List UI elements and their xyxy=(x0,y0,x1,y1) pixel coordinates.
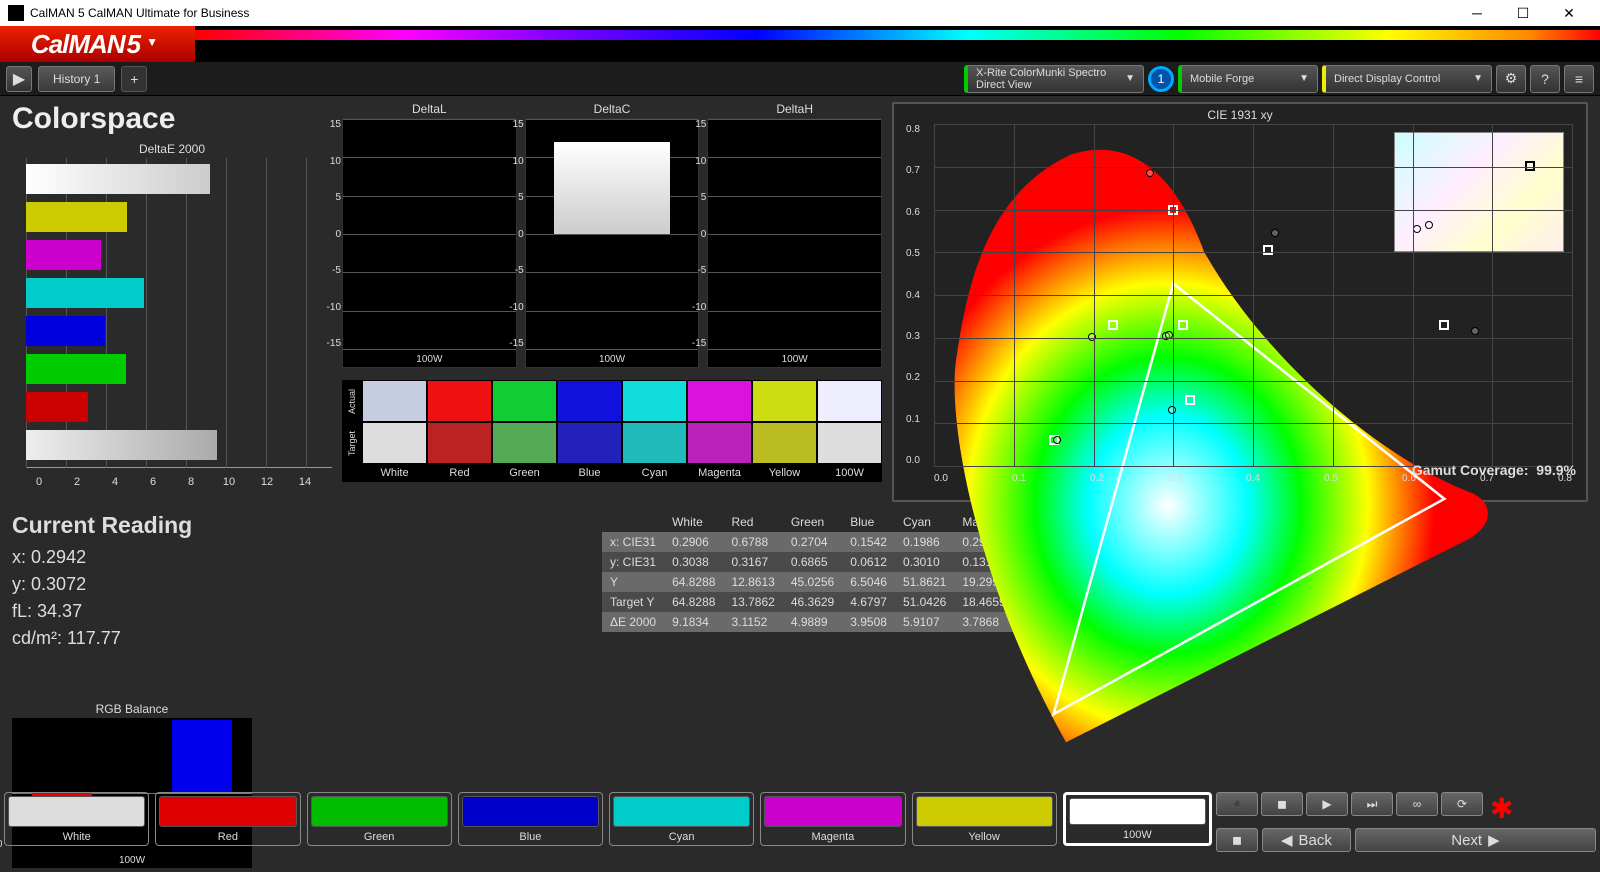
deltac-chart: DeltaC 151050-5-10-15100W xyxy=(525,102,700,372)
gamut-coverage: Gamut Coverage: 99.9% xyxy=(1412,462,1576,478)
tab-bar: ▶ History 1 + X-Rite ColorMunki Spectro … xyxy=(0,62,1600,96)
swatch-button-white[interactable]: White xyxy=(4,792,149,846)
swatch-target-magenta xyxy=(687,422,752,464)
gear-icon: ⚙ xyxy=(1505,70,1518,87)
swatch-actual-white xyxy=(362,380,427,422)
star-icon: ✱ xyxy=(1490,792,1513,825)
swatch-target-green xyxy=(492,422,557,464)
refresh-button[interactable]: ⟳ xyxy=(1441,792,1483,816)
app-header: CalMAN 5 ▼ xyxy=(0,26,1600,62)
swatch-target-white xyxy=(362,422,427,464)
swatch-actual-100w xyxy=(817,380,882,422)
chevron-down-icon: ▼ xyxy=(1473,73,1483,85)
chevron-down-icon[interactable]: ▼ xyxy=(146,35,164,53)
help-button[interactable]: ? xyxy=(1530,65,1560,93)
chevron-down-icon: ▼ xyxy=(1299,73,1309,85)
deltae-bar-blue xyxy=(26,316,105,346)
cie-inset xyxy=(1394,132,1564,252)
window-title: CalMAN 5 CalMAN Ultimate for Business xyxy=(30,6,249,20)
play-button[interactable]: ▶ xyxy=(1306,792,1348,816)
rgb-bar-B xyxy=(172,720,232,793)
deltae-chart: 02468101214 xyxy=(12,158,332,488)
stop-small-button[interactable]: ◾ xyxy=(1216,792,1258,816)
swatch-button-red[interactable]: Red xyxy=(155,792,300,846)
deltae-bar-100w xyxy=(26,430,217,460)
swatch-button-magenta[interactable]: Magenta xyxy=(760,792,905,846)
swatch-target-blue xyxy=(557,422,622,464)
swatch-target-yellow xyxy=(752,422,817,464)
deltae-bar-red xyxy=(26,392,88,422)
deltae-bar-green xyxy=(26,354,126,384)
current-reading: Current Reading x: 0.2942 y: 0.3072 fL: … xyxy=(12,512,332,692)
brand-logo[interactable]: CalMAN 5 ▼ xyxy=(0,26,195,62)
bottom-bar: WhiteRedGreenBlueCyanMagentaYellow100W ◾… xyxy=(4,792,1596,846)
deltal-chart: DeltaL 151050-5-10-15100W xyxy=(342,102,517,372)
swatch-button-100w[interactable]: 100W xyxy=(1063,792,1212,846)
delta-panel: DeltaL 151050-5-10-15100W DeltaC 151050-… xyxy=(342,102,882,502)
swatch-actual-green xyxy=(492,380,557,422)
settings-button[interactable]: ⚙ xyxy=(1496,65,1526,93)
swatch-table: Actual Target WhiteRedGreenBlueCyanMagen… xyxy=(342,380,882,482)
swatch-button-green[interactable]: Green xyxy=(307,792,452,846)
add-tab-button[interactable]: + xyxy=(121,66,147,92)
stop-button[interactable]: ◼ xyxy=(1261,792,1303,816)
minimize-button[interactable]: ─ xyxy=(1454,0,1500,26)
close-button[interactable]: ✕ xyxy=(1546,0,1592,26)
app-icon xyxy=(8,5,24,21)
swatch-target-100w xyxy=(817,422,882,464)
play-button[interactable]: ▶ xyxy=(6,66,32,92)
deltac-bar xyxy=(554,142,671,234)
meter-selector[interactable]: X-Rite ColorMunki Spectro Direct View ▼ xyxy=(964,65,1144,93)
swatch-actual-red xyxy=(427,380,492,422)
menu-button[interactable]: ≡ xyxy=(1564,65,1594,93)
swatch-button-blue[interactable]: Blue xyxy=(458,792,603,846)
chevron-down-icon: ▼ xyxy=(1125,73,1135,85)
play-controls: ◾ ◼ ▶ ⏭ ∞ ⟳ ✱ ◼ ◀ Back Next ▶ xyxy=(1216,792,1596,846)
swatch-actual-cyan xyxy=(622,380,687,422)
stop-large-button[interactable]: ◼ xyxy=(1216,828,1258,852)
swatch-button-cyan[interactable]: Cyan xyxy=(609,792,754,846)
spectrum-bar xyxy=(195,30,1600,40)
deltae-bar-yellow xyxy=(26,202,127,232)
window-titlebar: CalMAN 5 CalMAN Ultimate for Business ─ … xyxy=(0,0,1600,26)
deltae-bar-white xyxy=(26,164,210,194)
help-icon: ? xyxy=(1541,71,1549,87)
loop-button[interactable]: ∞ xyxy=(1396,792,1438,816)
swatch-button-yellow[interactable]: Yellow xyxy=(912,792,1057,846)
cie-panel: CIE 1931 xy 0.00.10.20.30.40.50.60.70.8 … xyxy=(892,102,1588,502)
swatch-actual-magenta xyxy=(687,380,752,422)
menu-icon: ≡ xyxy=(1575,71,1583,87)
maximize-button[interactable]: ☐ xyxy=(1500,0,1546,26)
cie-chart: 0.00.10.20.30.40.50.60.70.8 0.00.10.20.3… xyxy=(934,124,1572,484)
deltah-chart: DeltaH 151050-5-10-15100W xyxy=(707,102,882,372)
page-title: Colorspace xyxy=(12,102,332,136)
swatch-actual-yellow xyxy=(752,380,817,422)
back-button[interactable]: ◀ Back xyxy=(1262,828,1351,852)
skip-button[interactable]: ⏭ xyxy=(1351,792,1393,816)
display-selector[interactable]: Direct Display Control ▼ xyxy=(1322,65,1492,93)
deltae-bar-cyan xyxy=(26,278,144,308)
swatch-actual-blue xyxy=(557,380,622,422)
next-button[interactable]: Next ▶ xyxy=(1355,828,1596,852)
swatch-target-red xyxy=(427,422,492,464)
colorspace-panel: Colorspace DeltaE 2000 02468101214 xyxy=(12,102,332,502)
reading-count-badge[interactable]: 1 xyxy=(1148,66,1174,92)
source-selector[interactable]: Mobile Forge ▼ xyxy=(1178,65,1318,93)
deltae-title: DeltaE 2000 xyxy=(12,142,332,156)
deltae-bar-magenta xyxy=(26,240,101,270)
swatch-target-cyan xyxy=(622,422,687,464)
tab-history-1[interactable]: History 1 xyxy=(38,66,115,92)
